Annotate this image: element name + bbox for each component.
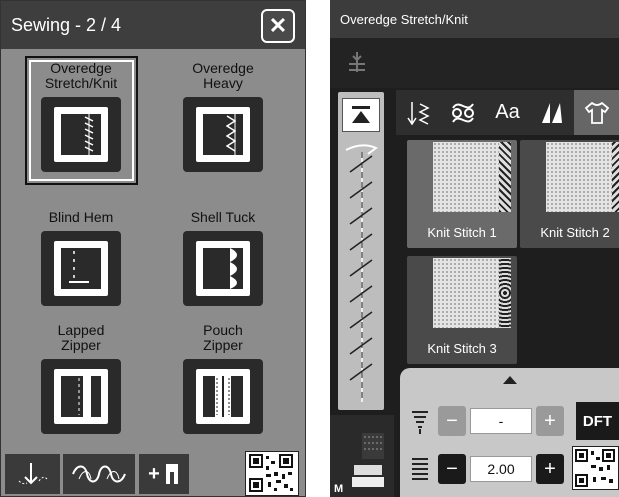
sewing-menu-screen: Sewing - 2 / 4 ✕ Overedge Stretch/Knit O…: [0, 0, 306, 497]
knit-stitch-2-swatch: [546, 142, 619, 212]
stitch-shell-tuck[interactable]: Shell Tuck: [167, 193, 279, 306]
stitch-preview-icon: [345, 144, 378, 402]
stitch-settings-panel: − - + DFT − 2.00 +: [400, 368, 619, 497]
stitch-sequence-panel[interactable]: [338, 92, 384, 410]
stitch-length-decrease-button[interactable]: −: [438, 454, 466, 484]
knit-stitch-2-card[interactable]: Knit Stitch 2: [520, 140, 619, 248]
screen-header: Overedge Stretch/Knit: [330, 0, 619, 38]
knit-stitch-1-edge: [499, 142, 511, 212]
stitch-sequence-button[interactable]: [5, 454, 60, 494]
default-settings-button[interactable]: DFT: [576, 402, 619, 440]
tab-font[interactable]: Aa: [485, 90, 530, 135]
knit-stitch-1-card[interactable]: Knit Stitch 1: [407, 140, 517, 248]
knit-stitch-3-edge: [499, 258, 511, 328]
stitch-label: Shell Tuck: [190, 209, 256, 225]
stitch-label: Pouch Zipper: [203, 322, 243, 353]
page-title: Sewing - 2 / 4: [11, 15, 122, 35]
close-button[interactable]: ✕: [261, 9, 295, 43]
stitch-length-icon: [412, 458, 428, 480]
stitch-sequence-icon: [18, 463, 47, 485]
tab-utility[interactable]: [396, 90, 441, 135]
bottom-toolbar: +: [1, 451, 305, 496]
stitch-overedge-heavy[interactable]: Overedge Heavy: [167, 59, 279, 172]
decorative-loop-icon: [451, 102, 474, 123]
shirt-icon: [584, 101, 609, 124]
stitch-selection-screen: Overedge Stretch/Knit M Aa Knit Stitch 1…: [330, 0, 619, 497]
presser-foot-button[interactable]: +: [139, 454, 189, 494]
font-icon: Aa: [495, 101, 520, 123]
shell-tuck-icon: [183, 231, 263, 306]
stitch-width-increase-button[interactable]: +: [536, 406, 564, 436]
tab-decorative[interactable]: [441, 90, 486, 135]
knit-stitch-1-label: Knit Stitch 1: [427, 225, 497, 240]
overedge-stretch-icon: [41, 97, 121, 172]
close-icon: ✕: [268, 13, 288, 38]
pouch-zipper-icon: [183, 359, 263, 434]
stitch-label: Overedge Stretch/Knit: [44, 60, 118, 91]
stitch-category-tabs: Aa: [396, 90, 619, 135]
stitch-label: Overedge Heavy: [192, 60, 254, 91]
top-toolbar: [330, 38, 619, 88]
knit-stitch-2-edge: [612, 142, 619, 212]
stitch-length-increase-button[interactable]: +: [536, 454, 564, 484]
tab-quilt[interactable]: [530, 90, 575, 135]
memory-label: M: [334, 483, 344, 495]
sewing-machine-icon: [352, 433, 384, 487]
qr-code-icon[interactable]: [572, 446, 619, 490]
decorative-stitch-button[interactable]: [63, 454, 135, 494]
knit-stitch-2-label: Knit Stitch 2: [540, 225, 610, 240]
quilt-icon: [542, 102, 563, 123]
knit-stitch-1-swatch: [433, 142, 507, 212]
knit-stitch-3-label: Knit Stitch 3: [427, 341, 497, 356]
stitch-pouch-zipper[interactable]: Pouch Zipper: [167, 321, 279, 434]
qr-code-icon[interactable]: [245, 451, 299, 496]
plus-label: +: [148, 462, 160, 485]
stitch-lapped-zipper[interactable]: Lapped Zipper: [25, 321, 137, 434]
stitch-length-value: 2.00: [470, 456, 532, 482]
tab-garment[interactable]: [574, 90, 619, 135]
stitch-width-value: -: [470, 408, 532, 434]
knit-stitch-3-card[interactable]: Knit Stitch 3: [407, 256, 517, 364]
stitch-width-decrease-button[interactable]: −: [438, 406, 466, 436]
stitch-width-icon: [412, 411, 428, 434]
decorative-stitch-icon: [72, 465, 126, 483]
stitch-label: Lapped Zipper: [57, 322, 105, 353]
arrow-up-icon: [352, 106, 370, 123]
needle-position-icon[interactable]: [344, 50, 370, 76]
presser-foot-icon: [165, 464, 178, 484]
stitch-label: Blind Hem: [48, 209, 114, 225]
page-title: Overedge Stretch/Knit: [340, 12, 468, 27]
knit-stitch-3-swatch: [433, 258, 507, 328]
collapse-panel-button[interactable]: [503, 376, 517, 384]
utility-stitch-icon: [407, 101, 430, 125]
lapped-zipper-icon: [41, 359, 121, 434]
stitch-overedge-stretch-knit[interactable]: Overedge Stretch/Knit: [25, 59, 137, 172]
stitch-blind-hem[interactable]: Blind Hem: [25, 193, 137, 306]
scroll-to-top-button[interactable]: [342, 98, 380, 132]
overedge-heavy-icon: [183, 97, 263, 172]
blind-hem-icon: [41, 231, 121, 306]
sequence-footer: M: [330, 415, 394, 497]
screen-header: Sewing - 2 / 4 ✕: [1, 1, 305, 49]
